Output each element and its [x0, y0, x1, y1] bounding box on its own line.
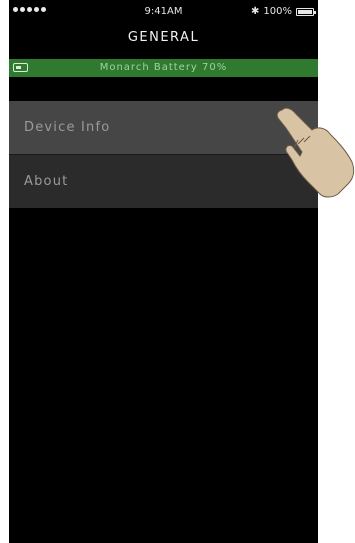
bluetooth-icon: ✱ [251, 5, 260, 17]
screenshot-stage: 9:41AM ✱ 100% GENERAL Monarch Battery 70… [0, 0, 355, 543]
menu-item-label: About [24, 174, 69, 189]
menu-item-label: Device Info [24, 120, 111, 135]
status-right: ✱ 100% [251, 5, 316, 17]
battery-banner: Monarch Battery 70% [9, 59, 318, 77]
battery-banner-text: Monarch Battery 70% [99, 62, 228, 73]
battery-percent: 100% [263, 6, 292, 17]
phone-screen: 9:41AM ✱ 100% GENERAL Monarch Battery 70… [9, 0, 318, 543]
battery-icon [296, 7, 316, 16]
status-bar: 9:41AM ✱ 100% [9, 0, 318, 24]
tapping-hand-icon [276, 107, 355, 198]
page-title: GENERAL [127, 30, 200, 45]
